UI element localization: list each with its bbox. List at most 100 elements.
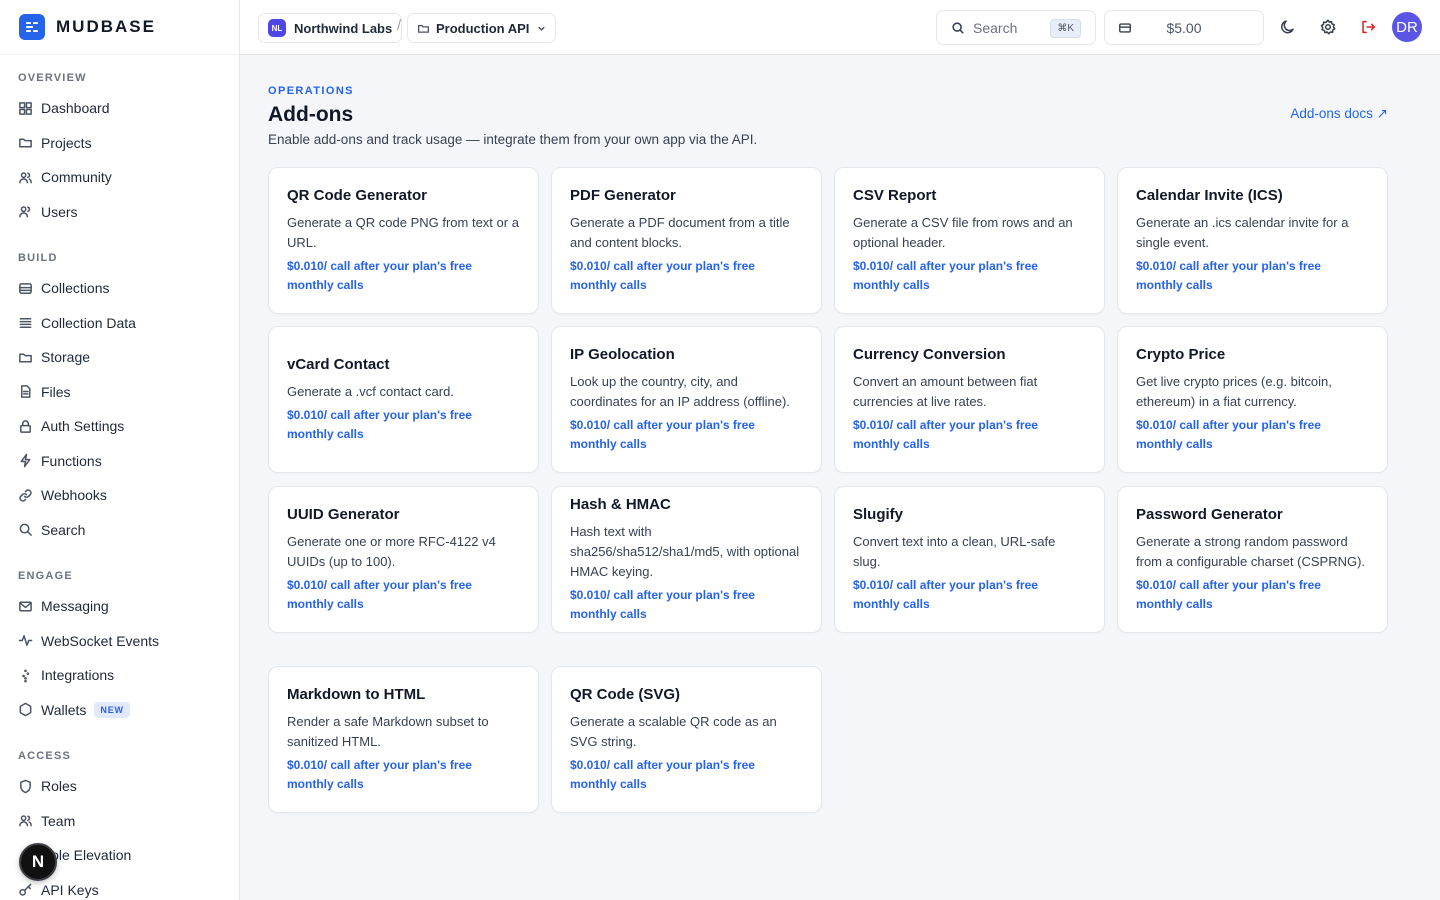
addon-card-markdown-to-html[interactable]: Markdown to HTML Render a safe Markdown … — [268, 666, 539, 813]
addon-card-password-generator[interactable]: Password Generator Generate a strong ran… — [1117, 486, 1388, 633]
file-icon — [18, 384, 33, 399]
addon-card-crypto-price[interactable]: Crypto Price Get live crypto prices (e.g… — [1117, 326, 1388, 473]
addon-title: Password Generator — [1136, 505, 1283, 523]
sidebar: MUDBASE OVERVIEW Dashboard Projects Comm… — [0, 0, 240, 900]
sidebar-item-search[interactable]: Search — [0, 513, 239, 548]
user-icon — [18, 204, 33, 219]
addon-card-csv-report[interactable]: CSV Report Generate a CSV file from rows… — [834, 167, 1105, 314]
floating-assistant-button[interactable]: N — [19, 843, 57, 881]
sidebar-item-label: Collections — [41, 280, 110, 297]
addon-price: $0.010/ call after your plan's free mont… — [1136, 258, 1321, 292]
addon-card-hash-hmac[interactable]: Hash & HMAC Hash text with sha256/sha512… — [551, 486, 822, 633]
addon-price: $0.010/ call after your plan's free mont… — [570, 258, 755, 292]
sidebar-item-messaging[interactable]: Messaging — [0, 589, 239, 624]
sidebar-item-label: Auth Settings — [41, 418, 125, 435]
addon-description: Generate a strong random password from a… — [1136, 533, 1366, 569]
theme-toggle-icon[interactable] — [1278, 17, 1298, 37]
sidebar-item-collection-data[interactable]: Collection Data — [0, 306, 239, 341]
page-title: Add-ons — [268, 103, 354, 126]
addon-card-pdf-generator[interactable]: PDF Generator Generate a PDF document fr… — [551, 167, 822, 314]
grid-icon — [18, 101, 33, 116]
sidebar-item-files[interactable]: Files — [0, 375, 239, 410]
search-shortcut: ⌘K — [1050, 19, 1081, 38]
sidebar-item-projects[interactable]: Projects — [0, 126, 239, 161]
sidebar-item-webhooks[interactable]: Webhooks — [0, 478, 239, 513]
addon-card-calendar-invite-ics[interactable]: Calendar Invite (ICS) Generate an .ics c… — [1117, 167, 1388, 314]
search-button[interactable]: Search ⌘K — [936, 10, 1096, 45]
brand-logo-icon — [19, 14, 45, 40]
sidebar-item-label: Messaging — [41, 598, 109, 615]
addon-description: Generate a .vcf contact card. — [287, 383, 454, 399]
addon-title: Hash & HMAC — [570, 495, 671, 513]
brand[interactable]: MUDBASE — [0, 0, 239, 55]
folder-icon — [18, 135, 33, 150]
credit-balance[interactable]: $5.00 — [1104, 10, 1264, 45]
chevron-down-icon — [538, 26, 546, 31]
org-switcher[interactable]: NL Northwind Labs — [258, 13, 403, 43]
sidebar-item-functions[interactable]: Functions — [0, 444, 239, 479]
sidebar-item-label: Wallets — [41, 701, 87, 718]
addon-price: $0.010/ call after your plan's free mont… — [853, 417, 1038, 451]
addon-description: Generate a QR code PNG from text or a UR… — [287, 214, 519, 250]
addon-description: Generate a scalable QR code as an SVG st… — [570, 713, 777, 749]
list-icon — [18, 315, 33, 330]
addon-card-qr-code-svg[interactable]: QR Code (SVG) Generate a scalable QR cod… — [551, 666, 822, 813]
user-avatar[interactable]: DR — [1392, 12, 1422, 42]
users-icon — [18, 170, 33, 185]
org-name: Northwind Labs — [294, 20, 393, 36]
addon-card-uuid-generator[interactable]: UUID Generator Generate one or more RFC-… — [268, 486, 539, 633]
addon-price: $0.010/ call after your plan's free mont… — [287, 577, 472, 611]
sidebar-item-roles[interactable]: Roles — [0, 769, 239, 804]
sidebar-item-dashboard[interactable]: Dashboard — [0, 91, 239, 126]
sidebar-item-label: API Keys — [41, 881, 99, 898]
addon-price: $0.010/ call after your plan's free mont… — [287, 258, 472, 292]
sidebar-item-storage[interactable]: Storage — [0, 340, 239, 375]
main-content: OPERATIONS Add-ons Enable add-ons and tr… — [240, 55, 1440, 900]
addon-description: Generate one or more RFC-4122 v4 UUIDs (… — [287, 533, 496, 569]
sidebar-item-label: Storage — [41, 349, 91, 366]
shield-icon — [18, 779, 33, 794]
addon-title: UUID Generator — [287, 505, 400, 523]
sidebar-item-users[interactable]: Users — [0, 195, 239, 230]
key-icon — [18, 882, 33, 897]
sidebar-item-community[interactable]: Community — [0, 160, 239, 195]
addon-title: CSV Report — [853, 186, 937, 204]
sidebar-item-integrations[interactable]: Integrations — [0, 658, 239, 693]
nav-section-title: ACCESS — [18, 750, 72, 762]
credit-card-icon — [1119, 23, 1131, 33]
addon-price: $0.010/ call after your plan's free mont… — [570, 587, 755, 621]
addons-docs-link[interactable]: Add-ons docs ↗ — [1290, 106, 1388, 122]
folder-icon — [417, 24, 430, 33]
addon-title: QR Code Generator — [287, 186, 428, 204]
project-switcher[interactable]: Production API — [407, 13, 557, 43]
sidebar-item-label: Collection Data — [41, 314, 136, 331]
addon-description: Look up the country, city, and coordinat… — [570, 373, 790, 409]
addon-price: $0.010/ call after your plan's free mont… — [853, 577, 1038, 611]
sidebar-item-auth-settings[interactable]: Auth Settings — [0, 409, 239, 444]
addon-title: IP Geolocation — [570, 345, 675, 363]
addon-title: vCard Contact — [287, 355, 390, 373]
addon-title: Slugify — [853, 505, 904, 523]
addon-title: Currency Conversion — [853, 345, 1006, 363]
addon-card-ip-geolocation[interactable]: IP Geolocation Look up the country, city… — [551, 326, 822, 473]
addon-card-qr-code-generator[interactable]: QR Code Generator Generate a QR code PNG… — [268, 167, 539, 314]
search-icon — [952, 21, 964, 34]
folder-icon — [18, 350, 33, 365]
addon-price: $0.010/ call after your plan's free mont… — [287, 407, 472, 441]
sidebar-item-team[interactable]: Team — [0, 804, 239, 839]
sidebar-item-wallets[interactable]: Wallets NEW — [0, 693, 239, 728]
sidebar-item-collections[interactable]: Collections — [0, 271, 239, 306]
logout-icon[interactable] — [1358, 17, 1378, 37]
brand-name: MUDBASE — [56, 17, 156, 36]
addon-card-slugify[interactable]: Slugify Convert text into a clean, URL-s… — [834, 486, 1105, 633]
addon-price: $0.010/ call after your plan's free mont… — [570, 757, 755, 791]
addon-card-vcard-contact[interactable]: vCard Contact Generate a .vcf contact ca… — [268, 326, 539, 473]
addon-description: Get live crypto prices (e.g. bitcoin, et… — [1136, 373, 1332, 409]
addon-card-currency-conversion[interactable]: Currency Conversion Convert an amount be… — [834, 326, 1105, 473]
sidebar-item-websocket-events[interactable]: WebSocket Events — [0, 624, 239, 659]
addon-price: $0.010/ call after your plan's free mont… — [853, 258, 1038, 292]
settings-gear-icon[interactable] — [1318, 17, 1338, 37]
